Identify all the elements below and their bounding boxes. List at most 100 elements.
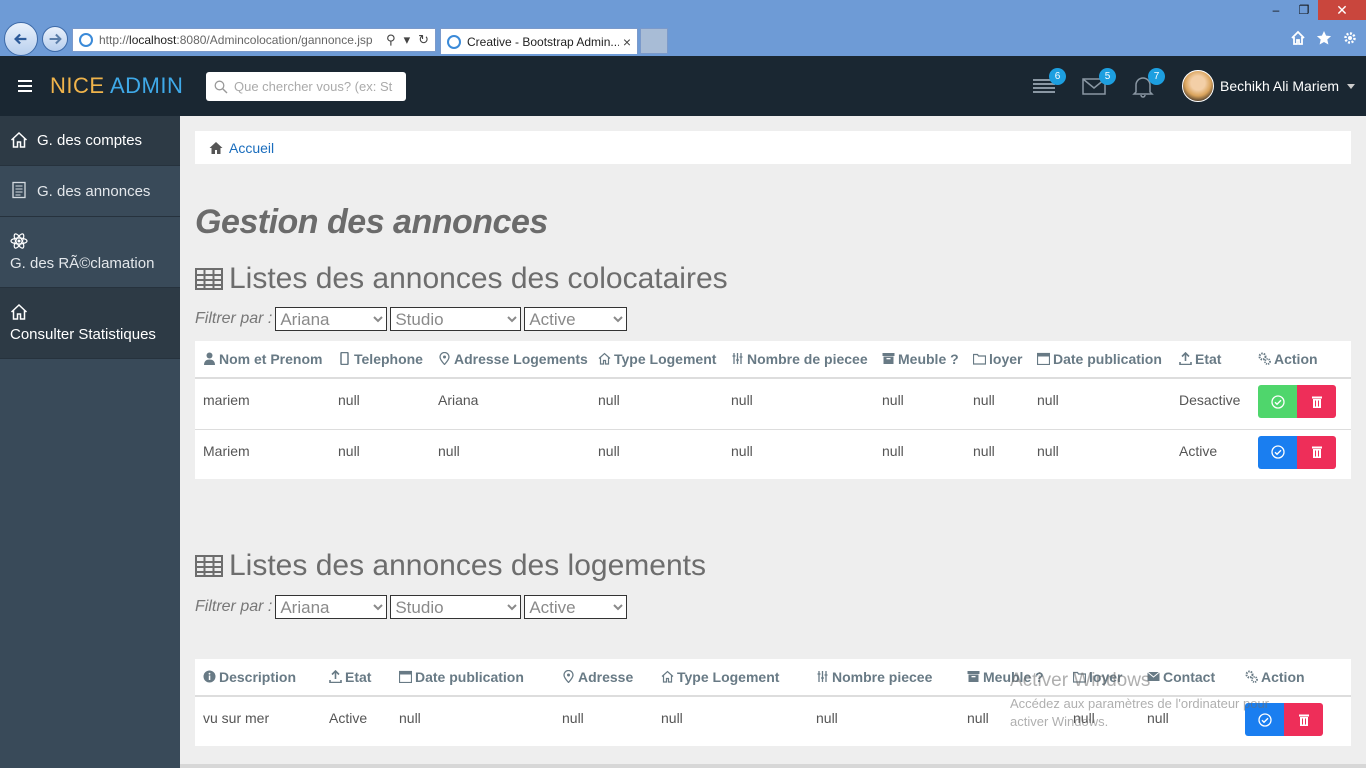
star-icon[interactable]	[1316, 30, 1332, 46]
user-menu[interactable]: Bechikh Ali Mariem	[1182, 70, 1356, 102]
sidebar-item-label: G. des comptes	[37, 132, 143, 149]
column-header: Meuble ?	[874, 341, 965, 379]
home-icon	[661, 670, 674, 683]
tasks-dropdown[interactable]: 6	[1032, 68, 1066, 100]
cell: null	[1073, 710, 1095, 726]
column-header: Type Logement	[653, 659, 808, 697]
cell: null	[399, 710, 421, 726]
sidebar-item-label: Consulter Statistiques	[10, 326, 156, 343]
chevron-down-icon[interactable]: ▾	[404, 32, 411, 48]
refresh-icon[interactable]: ↻	[418, 32, 429, 48]
check-circle-icon	[1270, 445, 1285, 459]
activate-button[interactable]	[1245, 703, 1284, 736]
minimize-button[interactable]: –	[1262, 0, 1290, 20]
close-window-button[interactable]: ✕	[1318, 0, 1366, 20]
colocataires-table: Nom et Prenom Telephone Adresse Logement…	[195, 341, 1351, 479]
bottom-strip	[180, 764, 1366, 768]
arrow-right-icon	[49, 33, 62, 45]
cell: mariem	[195, 378, 330, 430]
column-header: Action	[1237, 659, 1351, 697]
cogs-icon	[1258, 352, 1271, 365]
cell: null	[1147, 710, 1169, 726]
cell: Mariem	[203, 442, 250, 459]
activate-button[interactable]	[1258, 435, 1297, 469]
tasks-badge: 6	[1049, 68, 1066, 85]
column-header: Etat	[321, 659, 391, 697]
filter-etat-select[interactable]: Active	[524, 307, 628, 331]
restore-button[interactable]: ❐	[1290, 0, 1318, 20]
section-title-colocataires: Listes des annonces des colocataires	[195, 262, 728, 296]
address-bar[interactable]: http://localhost:8080/Admincolocation/ga…	[72, 28, 436, 52]
window-controls: – ❐ ✕	[1262, 0, 1366, 20]
search-box	[206, 72, 406, 101]
gear-icon[interactable]	[1342, 30, 1358, 46]
column-header: loyer	[965, 341, 1029, 379]
search-input[interactable]	[234, 79, 404, 94]
cell: null	[965, 378, 1029, 430]
cell: null	[731, 442, 753, 459]
section-title-logements: Listes des annonces des logements	[195, 549, 706, 583]
atom-icon	[10, 233, 28, 249]
search-icon[interactable]: ⚲	[386, 32, 396, 48]
mobile-icon	[340, 351, 349, 366]
delete-button[interactable]	[1297, 435, 1336, 469]
delete-button[interactable]	[1284, 703, 1323, 736]
page-title: Gestion des annonces	[195, 203, 548, 241]
action-cell	[1237, 696, 1351, 746]
cell: null	[330, 378, 430, 430]
tab-close-icon[interactable]: ×	[623, 34, 631, 50]
filter-adresse-select[interactable]: Ariana	[275, 595, 388, 619]
cell: Desactive	[1171, 378, 1250, 430]
breadcrumb-home-link[interactable]: Accueil	[229, 140, 274, 156]
cell: null	[816, 710, 838, 726]
cell: null	[661, 710, 683, 726]
cell: null	[562, 710, 584, 726]
column-header: Meuble ?	[959, 659, 1065, 697]
filter-type-select[interactable]: Studio	[390, 307, 522, 331]
delete-button[interactable]	[1297, 385, 1336, 418]
sidebar-item-label: G. des annonces	[37, 183, 151, 200]
cell: null	[723, 378, 874, 430]
browser-tab-active[interactable]: Creative - Bootstrap Admin... ×	[440, 28, 638, 54]
cell: Active	[1179, 442, 1218, 459]
filter-label: Filtrer par :	[195, 598, 273, 615]
filter-adresse-select[interactable]: Ariana	[275, 307, 388, 331]
search-icon	[214, 80, 228, 93]
menu-toggle-icon[interactable]	[18, 80, 32, 92]
cell: null	[874, 378, 965, 430]
user-name: Bechikh Ali Mariem	[1220, 78, 1340, 94]
back-button[interactable]	[4, 22, 38, 56]
column-header: Etat	[1171, 341, 1250, 379]
cell: null	[438, 442, 460, 459]
home-icon[interactable]	[1290, 30, 1306, 46]
sidebar-item-reclamation[interactable]: G. des RÃ©clamation	[0, 217, 180, 288]
upload-icon	[329, 669, 342, 684]
map-pin-icon	[439, 351, 450, 366]
folder-icon	[972, 353, 987, 365]
filter-type-select[interactable]: Studio	[390, 595, 522, 619]
forward-button[interactable]	[42, 26, 68, 52]
table-icon	[195, 555, 223, 577]
column-header: Telephone	[330, 341, 430, 379]
new-tab-button[interactable]	[640, 28, 668, 54]
sliders-icon	[732, 353, 743, 364]
calendar-icon	[1036, 352, 1051, 366]
table-header-row: Nom et Prenom Telephone Adresse Logement…	[195, 341, 1351, 379]
sidebar-item-annonces[interactable]: G. des annonces	[0, 166, 180, 217]
app-logo[interactable]: NICE ADMIN	[50, 73, 183, 99]
mail-dropdown[interactable]: 5	[1082, 68, 1116, 100]
sidebar-item-statistiques[interactable]: Consulter Statistiques	[0, 288, 180, 359]
activate-button[interactable]	[1258, 385, 1297, 418]
mail-badge: 5	[1099, 68, 1116, 85]
breadcrumb: Accueil	[195, 131, 1351, 164]
filter-etat-select[interactable]: Active	[524, 595, 628, 619]
cell: null	[590, 378, 723, 430]
notifications-dropdown[interactable]: 7	[1131, 68, 1165, 100]
cell: null	[882, 442, 904, 459]
sliders-icon	[817, 671, 828, 682]
filter-bar-logements: Filtrer par : Ariana Studio Active	[195, 595, 630, 619]
column-header: Adresse	[554, 659, 653, 697]
address-url[interactable]: http://localhost:8080/Admincolocation/ga…	[99, 33, 386, 47]
sidebar-item-comptes[interactable]: G. des comptes	[0, 116, 180, 166]
app-header: NICE ADMIN 6 5 7 Bechikh Ali Mariem	[0, 56, 1366, 116]
